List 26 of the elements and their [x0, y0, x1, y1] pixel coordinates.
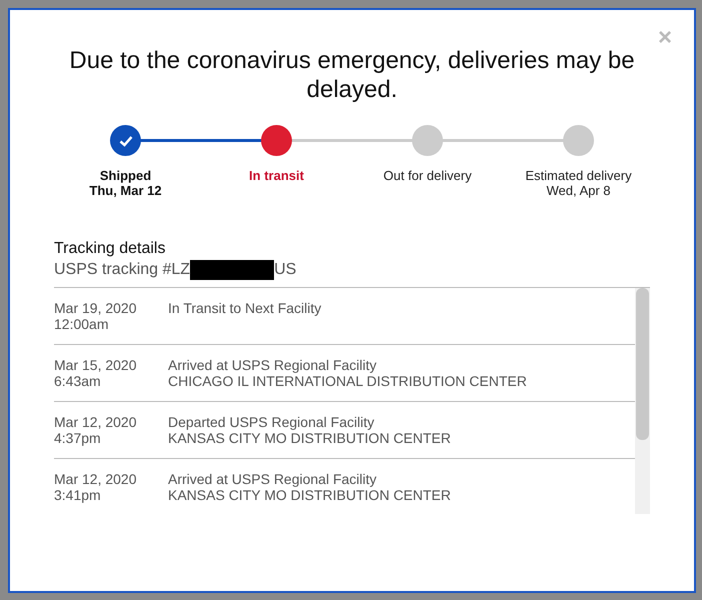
- step-date: Thu, Mar 12: [89, 183, 162, 198]
- event-location: KANSAS CITY MO DISTRIBUTION CENTER: [168, 487, 451, 503]
- tracking-number-suffix: US: [274, 260, 296, 280]
- event-time: 3:41pm: [54, 487, 102, 503]
- step-label: In transit: [249, 168, 304, 183]
- event-time: 12:00am: [54, 316, 110, 332]
- tracking-number: USPS tracking #LZ: [54, 260, 190, 280]
- dialog-title: Due to the coronavirus emergency, deliveries may be delayed.: [68, 46, 636, 104]
- event-time: 4:37pm: [54, 430, 102, 446]
- step-label: Estimated delivery: [525, 168, 632, 183]
- step-date: Wed, Apr 8: [545, 183, 612, 198]
- event-location: KANSAS CITY MO DISTRIBUTION CENTER: [168, 430, 451, 446]
- step-label: Shipped: [98, 168, 152, 183]
- event-date: Mar 19, 2020: [54, 300, 138, 316]
- step-label: Out for delivery: [383, 168, 472, 183]
- tracking-heading: Tracking details: [54, 239, 166, 259]
- event-status: Arrived at USPS Regional Facility: [168, 471, 378, 487]
- event-date: Mar 12, 2020: [54, 414, 138, 430]
- close-button[interactable]: ×: [658, 26, 672, 50]
- event-status: Arrived at USPS Regional Facility: [168, 357, 378, 373]
- event-date: Mar 15, 2020: [54, 357, 138, 373]
- event-location: CHICAGO IL INTERNATIONAL DISTRIBUTION CENTER: [168, 373, 527, 389]
- event-date: Mar 12, 2020: [54, 471, 138, 487]
- event-status: Departed USPS Regional Facility: [168, 414, 376, 430]
- event-time: 6:43am: [54, 373, 102, 389]
- event-status: In Transit to Next Facility: [168, 300, 322, 316]
